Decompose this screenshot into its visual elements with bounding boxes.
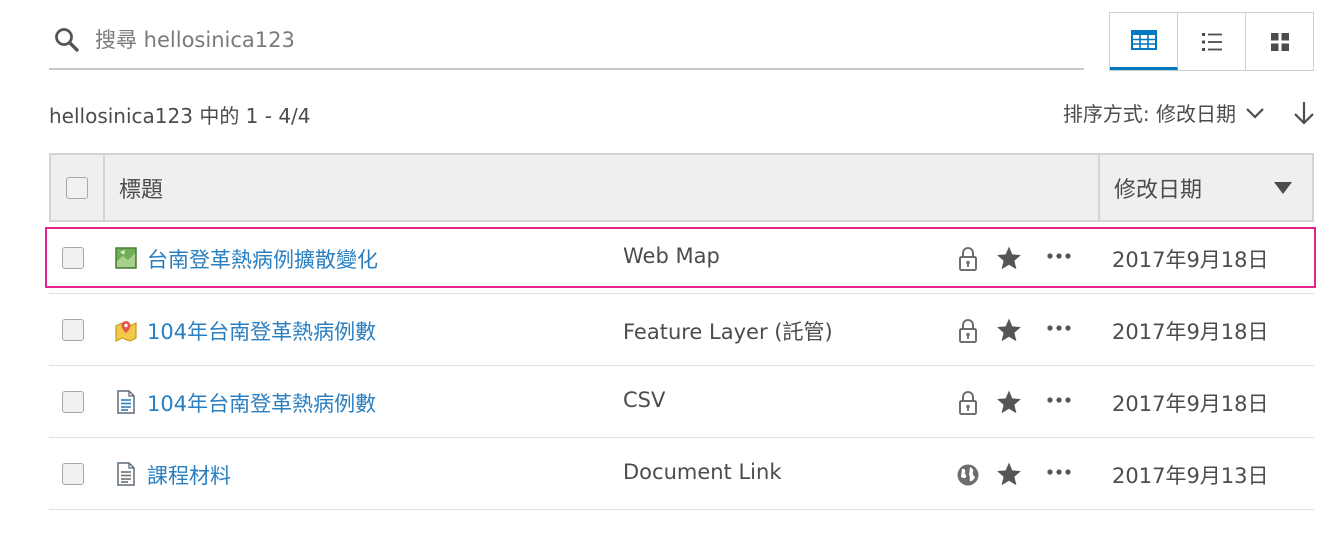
- star-icon[interactable]: [996, 245, 1022, 271]
- csv-file-icon: [117, 390, 135, 414]
- table-view-icon: [1130, 30, 1157, 50]
- list-view-icon: [1201, 32, 1222, 51]
- table-row: 104年台南登革熱病例數 CSV 2017年9月18日: [49, 366, 1314, 438]
- view-toggle: [1109, 12, 1314, 71]
- chevron-down-icon[interactable]: [1244, 102, 1266, 124]
- items-list: 台南登革熱病例擴散變化 Web Map 2017年9月18日 104年台南登革熱…: [45, 222, 1316, 510]
- row-checkbox[interactable]: [62, 319, 84, 341]
- item-title-link[interactable]: 104年台南登革熱病例數: [147, 388, 376, 418]
- column-header-date-label: 修改日期: [1114, 177, 1203, 203]
- lock-icon: [959, 319, 977, 343]
- sort-desc-caret-icon: [1274, 181, 1292, 194]
- item-type: Feature Layer (託管): [623, 320, 833, 344]
- column-header-title[interactable]: 標題: [105, 155, 1100, 220]
- select-all-cell: [51, 155, 105, 220]
- search-icon: [55, 28, 79, 52]
- item-title-link[interactable]: 課程材料: [147, 460, 231, 490]
- item-date: 2017年9月13日: [1112, 464, 1269, 488]
- item-type: CSV: [623, 388, 666, 412]
- star-icon[interactable]: [996, 389, 1022, 415]
- item-date: 2017年9月18日: [1112, 392, 1269, 416]
- table-view-button[interactable]: [1110, 13, 1178, 70]
- row-checkbox[interactable]: [62, 463, 84, 485]
- search-input[interactable]: [95, 24, 1055, 56]
- table-row: 台南登革熱病例擴散變化 Web Map 2017年9月18日: [45, 222, 1316, 294]
- globe-icon: [957, 464, 979, 486]
- search-bar: [49, 14, 1084, 70]
- table-row: 課程材料 Document Link 2017年9月13日: [49, 438, 1314, 510]
- star-icon[interactable]: [996, 317, 1022, 343]
- document-link-icon: [117, 462, 135, 486]
- web-map-icon: [115, 247, 137, 269]
- select-all-checkbox[interactable]: [66, 176, 88, 199]
- lock-icon: [959, 247, 977, 271]
- row-checkbox[interactable]: [62, 391, 84, 413]
- grid-view-button[interactable]: [1246, 13, 1313, 70]
- list-view-button[interactable]: [1178, 13, 1246, 70]
- more-options-icon[interactable]: [1045, 462, 1073, 482]
- column-header-date[interactable]: 修改日期: [1100, 155, 1312, 220]
- more-options-icon[interactable]: [1045, 318, 1073, 338]
- table-header: 標題 修改日期: [49, 153, 1314, 222]
- item-type: Web Map: [623, 244, 720, 268]
- sort-direction-arrow-icon[interactable]: [1292, 100, 1316, 126]
- item-date: 2017年9月18日: [1112, 320, 1269, 344]
- row-checkbox[interactable]: [62, 247, 84, 269]
- item-title-link[interactable]: 台南登革熱病例擴散變化: [147, 244, 378, 274]
- item-type: Document Link: [623, 460, 782, 484]
- item-title-link[interactable]: 104年台南登革熱病例數: [147, 316, 376, 346]
- lock-icon: [959, 391, 977, 415]
- sort-label[interactable]: 排序方式: 修改日期: [1063, 98, 1236, 127]
- sort-control: 排序方式: 修改日期: [1063, 98, 1316, 127]
- item-date: 2017年9月18日: [1112, 248, 1269, 272]
- more-options-icon[interactable]: [1045, 390, 1073, 410]
- grid-view-icon: [1270, 32, 1289, 51]
- results-summary: hellosinica123 中的 1 - 4/4: [49, 104, 311, 128]
- star-icon[interactable]: [996, 461, 1022, 487]
- feature-layer-icon: [115, 321, 137, 342]
- more-options-icon[interactable]: [1045, 246, 1073, 266]
- table-row: 104年台南登革熱病例數 Feature Layer (託管) 2017年9月1…: [49, 294, 1314, 366]
